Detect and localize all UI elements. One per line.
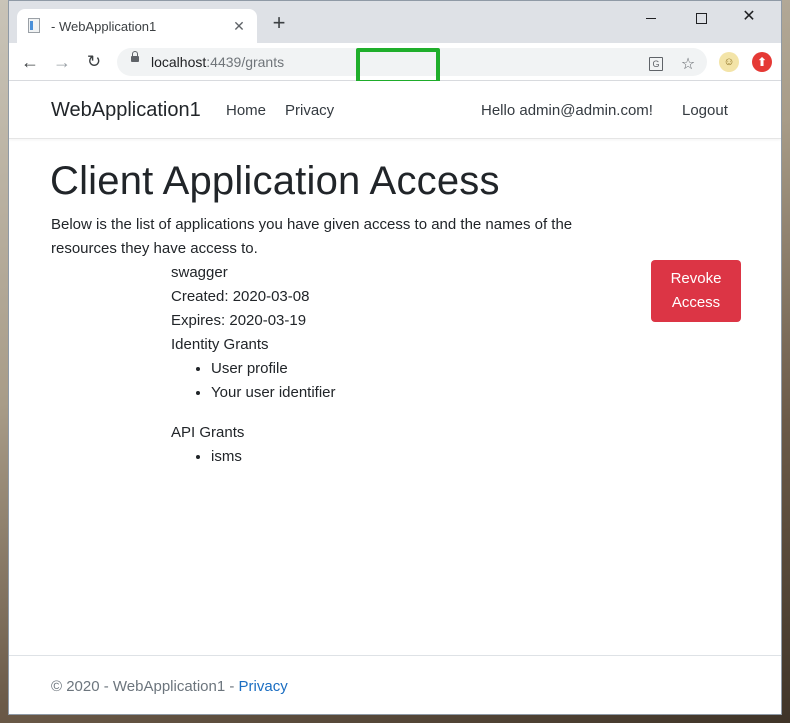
api-grants-header: API Grants [171,424,245,441]
api-grants-list: isms [171,445,491,469]
identity-grant-item: User profile [211,357,491,381]
back-arrow-icon[interactable]: ← [20,52,40,72]
maximize-button[interactable] [681,5,721,29]
expires-date: Expires: 2020-03-19 [171,312,307,329]
identity-grants-header: Identity Grants [171,336,269,353]
brand-link[interactable]: WebApplication1 [51,99,201,122]
forward-arrow-icon[interactable]: → [52,52,72,72]
nav-home-link[interactable]: Home [226,102,266,119]
page-icon [27,18,41,34]
identity-grants-list: User profile Your user identifier [171,357,491,405]
client-name: swagger [171,264,228,281]
created-date: Created: 2020-03-08 [171,288,310,305]
site-navbar: WebApplication1 Home Privacy Hello admin… [9,81,781,139]
footer-privacy-link[interactable]: Privacy [239,678,288,695]
browser-window: - WebApplication1 ✕ + ✕ ← → ↻ localhost:… [8,0,782,715]
url-host: localhost [151,54,207,70]
identity-grant-item: Your user identifier [211,381,491,405]
window-close-button[interactable]: ✕ [729,5,769,29]
maximize-icon [695,12,707,24]
minimize-button[interactable] [631,5,671,29]
reload-icon[interactable]: ↻ [84,52,104,72]
logout-button[interactable]: Logout [682,102,728,119]
user-greeting[interactable]: Hello admin@admin.com! [481,102,653,119]
revoke-access-button[interactable]: Revoke Access [651,260,741,322]
tab-strip: - WebApplication1 ✕ + ✕ [9,1,781,43]
browser-toolbar: ← → ↻ localhost:4439/grants G ☆ ☺ ⬆ [9,43,781,84]
url-text[interactable]: localhost:4439/grants [151,54,284,70]
close-tab-icon[interactable]: ✕ [231,18,247,35]
grant-item: swagger Created: 2020-03-08 Expires: 202… [171,261,491,485]
url-path: /grants [241,54,285,70]
address-bar[interactable]: localhost:4439/grants G ☆ [117,48,707,84]
page-title: Client Application Access [50,159,500,203]
minimize-icon [646,17,656,19]
new-tab-button[interactable]: + [267,12,291,34]
page-footer: © 2020 - WebApplication1 - Privacy [9,655,781,714]
copyright-text: © 2020 - WebApplication1 - [51,678,239,695]
url-highlight-box [356,48,440,84]
extension-icon[interactable]: ⬆ [752,52,772,72]
translate-icon[interactable]: G [647,54,665,71]
browser-tab[interactable]: - WebApplication1 ✕ [17,9,257,43]
tab-title: - WebApplication1 [51,18,157,34]
nav-privacy-link[interactable]: Privacy [285,102,334,119]
profile-avatar-icon[interactable]: ☺ [719,52,739,72]
api-grant-item: isms [211,445,491,469]
footer-text: © 2020 - WebApplication1 - Privacy [51,678,288,695]
lock-icon[interactable] [131,51,139,62]
url-port: :4439 [206,54,242,70]
page-description: Below is the list of applications you ha… [51,216,573,257]
bookmark-star-icon[interactable]: ☆ [679,54,697,74]
